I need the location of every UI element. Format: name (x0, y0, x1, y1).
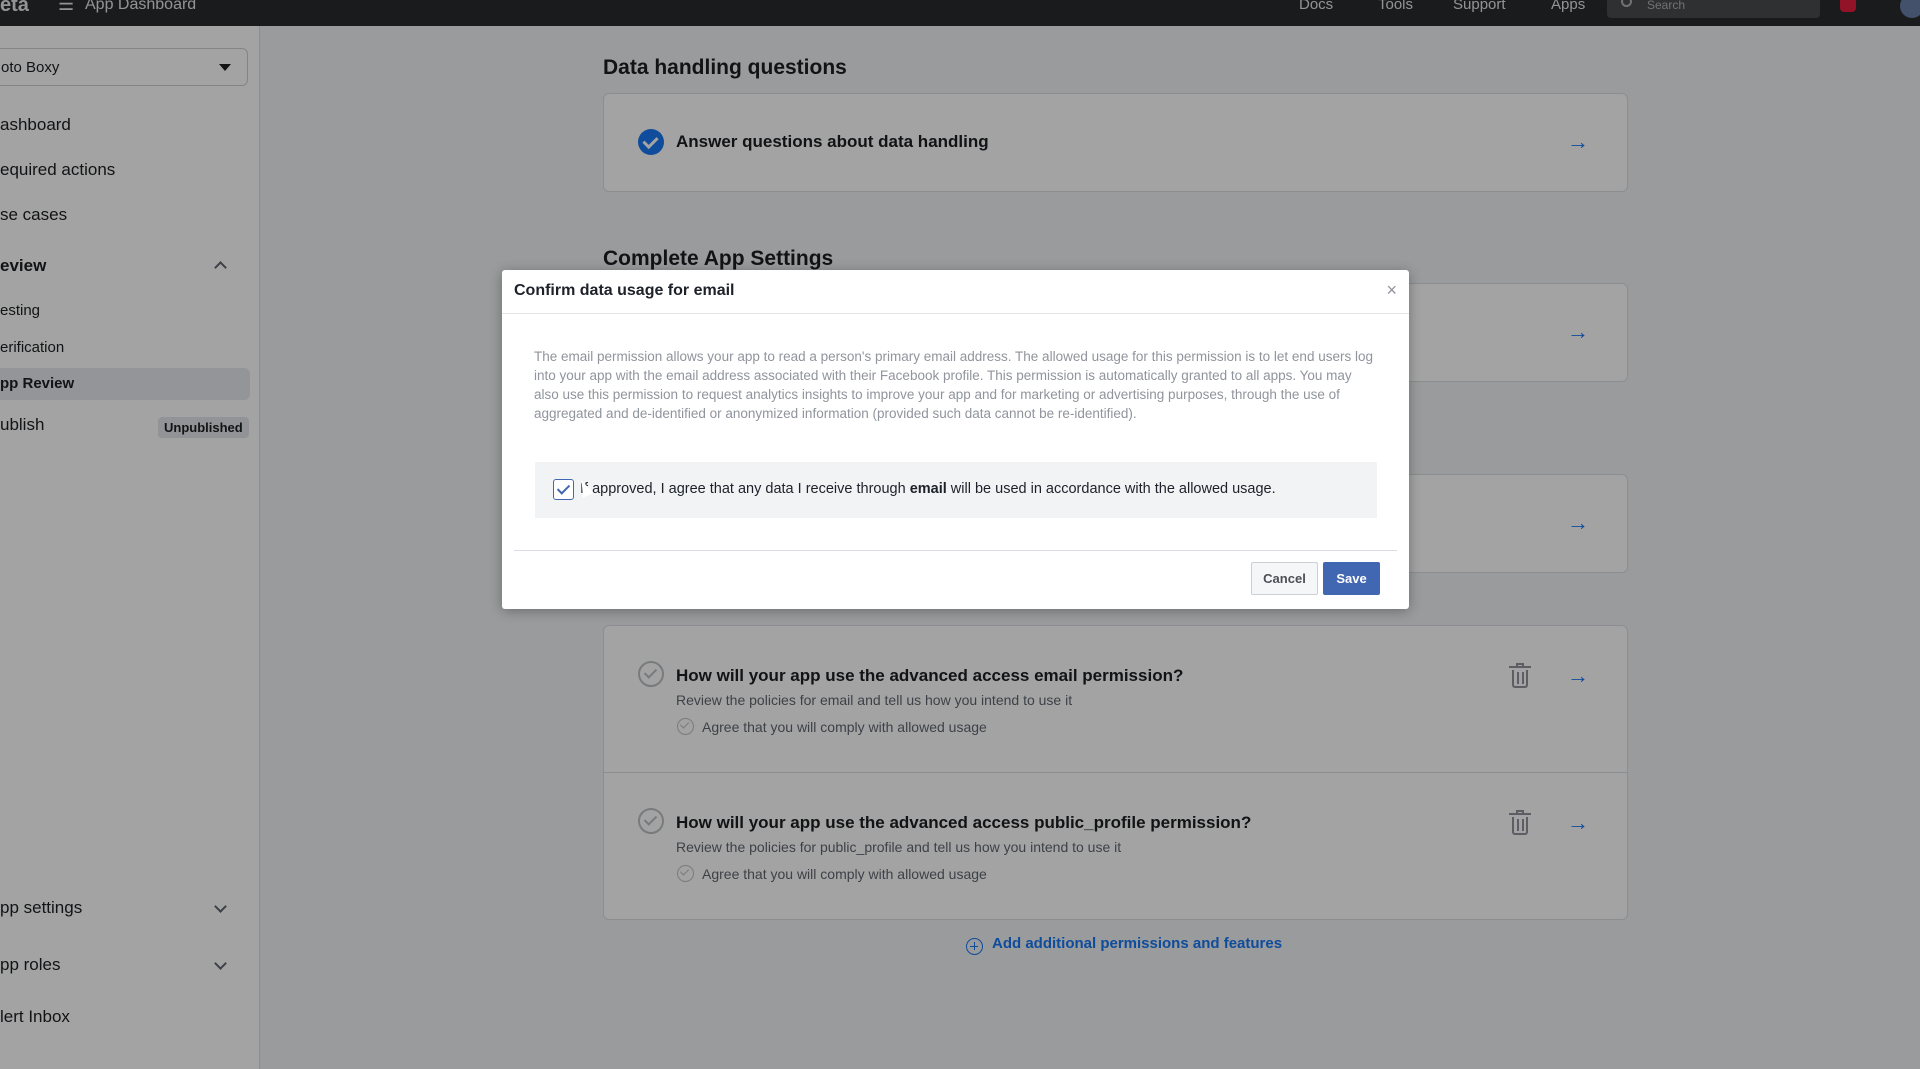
cancel-button[interactable]: Cancel (1251, 562, 1318, 595)
agreement-text: If approved, I agree that any data I rec… (580, 481, 1276, 497)
modal-header: Confirm data usage for email × (502, 270, 1409, 314)
close-icon[interactable]: × (1386, 280, 1397, 301)
modal-divider (514, 550, 1397, 551)
agreement-text-prefix: If approved, I agree that any data I rec… (580, 481, 910, 497)
save-button[interactable]: Save (1323, 562, 1380, 595)
permission-description: The email permission allows your app to … (534, 349, 1373, 421)
agree-checkbox[interactable] (553, 479, 574, 500)
agreement-permission-name: email (909, 481, 947, 497)
agreement-text-suffix: will be used in accordance with the allo… (946, 481, 1276, 497)
confirm-data-usage-dialog: Confirm data usage for email × The email… (502, 270, 1409, 609)
modal-title: Confirm data usage for email (514, 282, 735, 299)
agreement-row[interactable]: If approved, I agree that any data I rec… (535, 462, 1377, 518)
